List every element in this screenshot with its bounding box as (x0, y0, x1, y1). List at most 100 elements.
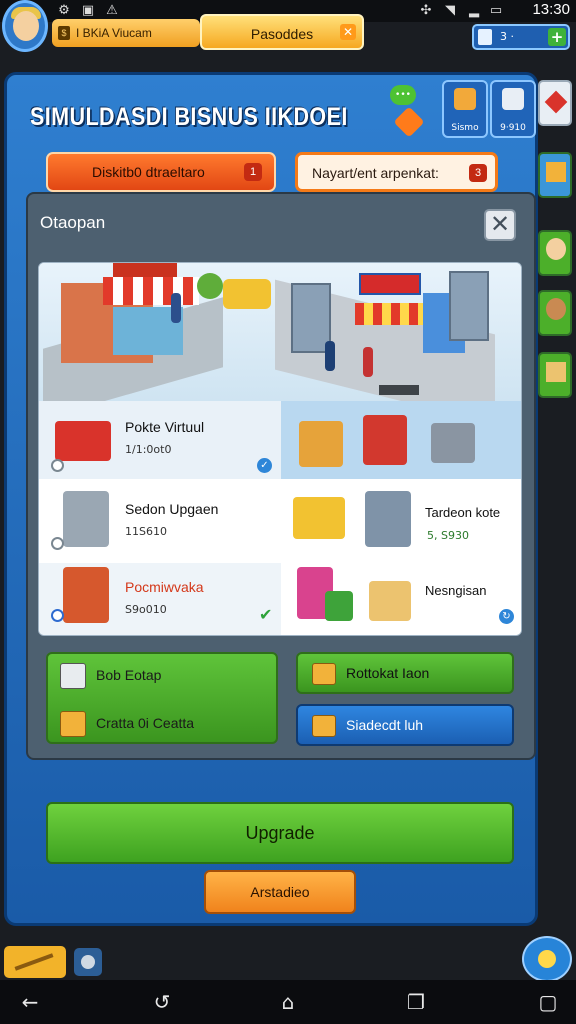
blue-secondary-button[interactable]: Siadecdt luh (296, 704, 514, 746)
assistant-button[interactable] (522, 936, 572, 982)
boxes-thumbnail (363, 415, 407, 465)
vibrate-icon: ✣ (420, 3, 432, 18)
panel-title: SIMULDASDI BISNUS IIKDOEI (30, 103, 348, 131)
market-awning (355, 303, 425, 325)
tab-business-menu-label: I BKiA Viucam (76, 26, 152, 40)
rail-button-2[interactable] (538, 152, 572, 198)
box-icon (312, 715, 336, 737)
atm-thumbnail (63, 491, 109, 547)
shop-icon (454, 88, 476, 110)
option-value: 11S610 (125, 525, 167, 538)
radio-button-selected[interactable] (51, 609, 64, 622)
market-sign (359, 273, 421, 295)
tab-active[interactable]: Pasoddes ✕ (200, 14, 364, 50)
settings-button[interactable] (74, 948, 102, 976)
signal-icon: ▂ (469, 3, 479, 18)
radio-button[interactable] (51, 537, 64, 550)
currency-counter[interactable]: 3 · + (472, 24, 570, 50)
van-thumbnail (293, 497, 345, 539)
window-icon[interactable]: ▢ (534, 988, 562, 1016)
check-icon: ✓ (257, 458, 272, 473)
hud-card-stats[interactable]: 9·910 (490, 80, 536, 138)
gem-icon (544, 90, 568, 114)
keyboard (379, 385, 419, 395)
option-value: 1/1:0ot0 (125, 443, 172, 456)
option-title: Nesngisan (425, 583, 487, 598)
options-card: Pokte Virtuul 1/1:0ot0 ✓ Sedon Upgaen 11… (38, 262, 522, 636)
star-icon (393, 106, 425, 138)
truck-thumbnail (55, 421, 111, 461)
hand-icon (538, 950, 556, 968)
character-icon (546, 238, 566, 260)
title-decoration: ••• (388, 83, 428, 138)
cardboard-box-thumbnail (369, 581, 411, 621)
row-sign[interactable]: Bob Eotap (60, 660, 161, 690)
chat-bubble-icon: ••• (390, 85, 416, 105)
store-awning (103, 277, 199, 305)
menu-button[interactable] (4, 946, 66, 978)
info-icon: ↻ (499, 609, 514, 624)
orange-secondary-button[interactable]: Arstadieo (204, 870, 356, 914)
rail-button-5[interactable] (538, 352, 572, 398)
home-icon[interactable]: ⌂ (274, 988, 302, 1016)
rail-button-3[interactable] (538, 230, 572, 276)
back-icon[interactable]: ← (16, 988, 44, 1016)
person (171, 293, 181, 323)
blue-secondary-label: Siadecdt luh (346, 717, 424, 733)
ribbon-outline-badge: 3 (469, 164, 487, 182)
option-item[interactable]: Pokte Virtuul 1/1:0ot0 ✓ (39, 401, 281, 479)
person (363, 347, 373, 377)
option-item[interactable]: Tardeon kote 5, S930 (281, 485, 521, 563)
palm-tree (197, 273, 223, 299)
close-button[interactable]: ✕ (484, 209, 516, 241)
person (325, 341, 335, 371)
rail-button-4[interactable] (538, 290, 572, 336)
ribbon-outline-button[interactable]: Nayart/ent arpenkat: 3 (295, 152, 498, 192)
tab-active-label: Pasoddes (250, 26, 314, 42)
box-icon (312, 663, 336, 685)
row-create-label: Cratta 0i Ceatta (96, 715, 195, 731)
option-value: 5, S930 (427, 529, 469, 542)
option-title: Sedon Upgaen (125, 501, 219, 517)
delivery-van (223, 279, 271, 309)
ribbon-orange-label: Diskitb0 dtraeltaro (92, 164, 205, 180)
tab-business-menu[interactable]: $ I BKiA Viucam (52, 19, 200, 47)
radio-button[interactable] (51, 459, 64, 472)
recents-icon[interactable]: ❐ (402, 988, 430, 1016)
settings-icon: ⚙ (58, 3, 70, 18)
clock: 13:30 (532, 1, 570, 18)
box-icon (60, 711, 86, 738)
green-action-panel[interactable]: Bob Eotap Cratta 0i Ceatta (46, 652, 278, 744)
bag-icon: $ (58, 26, 70, 40)
option-preview-goods[interactable] (281, 401, 521, 479)
add-currency-button[interactable]: + (548, 28, 566, 46)
option-value: S9o010 (125, 603, 167, 616)
option-title: Pokte Virtuul (125, 419, 205, 435)
ribbon-orange-badge: 1 (244, 163, 262, 181)
ribbon-orange-button[interactable]: Diskitb0 dtraeltaro 1 (46, 152, 276, 192)
hammer-icon (14, 953, 54, 971)
option-title: Tardeon kote (425, 505, 501, 520)
vending-thumbnail (63, 567, 109, 623)
player-avatar[interactable] (2, 0, 48, 52)
hud-card-shop-label: Sismo (451, 123, 479, 133)
close-tab-icon[interactable]: ✕ (340, 24, 356, 40)
row-create[interactable]: Cratta 0i Ceatta (60, 708, 194, 738)
option-item[interactable]: Sedon Upgaen 11S610 (39, 485, 281, 563)
currency-value: 3 · (500, 30, 514, 43)
business-scene-illustration (39, 263, 521, 425)
option-item[interactable]: Pocmiwvaka S9o010 ✔ (39, 563, 281, 635)
basket-thumbnail (325, 591, 353, 621)
battery-icon: ▭ (489, 3, 503, 18)
rail-button-1[interactable] (538, 80, 572, 126)
green-secondary-button[interactable]: Rottokat Iaon (296, 652, 514, 694)
rotate-icon[interactable]: ↺ (148, 988, 176, 1016)
shop-icon (546, 162, 566, 182)
kiosk-thumbnail (365, 491, 411, 547)
option-title: Pocmiwvaka (125, 579, 204, 595)
hud-card-shop[interactable]: Sismo (442, 80, 488, 138)
wifi-icon: ◥ (445, 3, 455, 18)
gear-icon (81, 955, 95, 969)
upgrade-button[interactable]: Upgrade (46, 802, 514, 864)
option-item[interactable]: Nesngisan ↻ (281, 563, 521, 635)
